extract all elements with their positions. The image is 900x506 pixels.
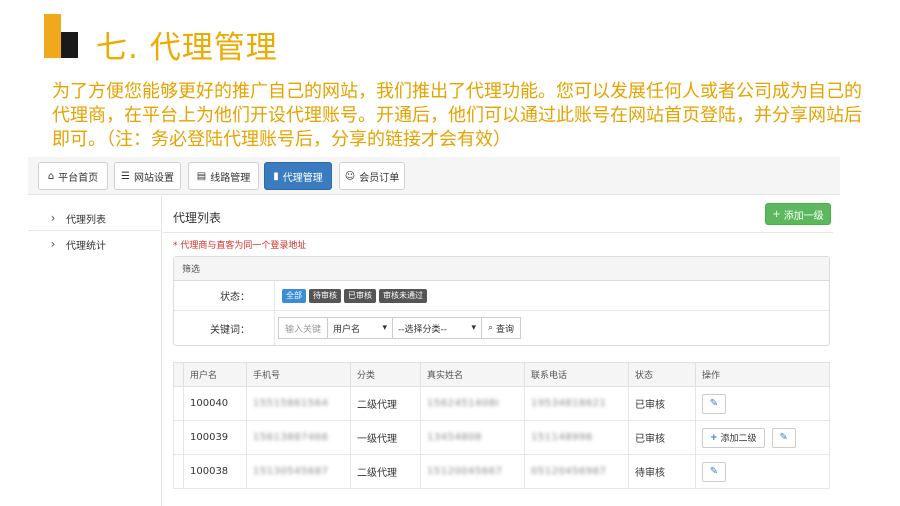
keyword-filter-row: 关键词： 输入关键 用户名 ▾ --选择分类-- ▾ ⌕ 查询 bbox=[174, 311, 829, 345]
status-chip-pending[interactable]: 待审核 bbox=[309, 288, 341, 303]
col-actions: 操作 bbox=[695, 362, 830, 387]
cell-contact: 19534818621 bbox=[524, 386, 629, 421]
edit-icon: ✎ bbox=[779, 432, 788, 443]
cell-category: 二级代理 bbox=[350, 454, 421, 489]
keyword-input[interactable]: 输入关键 bbox=[278, 317, 328, 339]
filter-panel: 筛选 状态： 全部 待审核 已审核 审核未通过 关键词： 输入关键 用户名 ▾ bbox=[173, 256, 830, 346]
col-category: 分类 bbox=[350, 362, 421, 387]
tab-site-settings[interactable]: ☰ 网站设置 bbox=[114, 162, 181, 190]
sidebar-item-agent-list[interactable]: › 代理列表 bbox=[28, 206, 162, 230]
cell-realname: 13454808 bbox=[420, 420, 525, 455]
cell-category: 一级代理 bbox=[350, 420, 421, 455]
panel-title: 代理列表 bbox=[173, 211, 222, 225]
status-filter-row: 状态： 全部 待审核 已审核 审核未通过 bbox=[174, 281, 829, 311]
sidebar-divider bbox=[28, 230, 162, 231]
col-phone: 手机号 bbox=[246, 362, 351, 387]
search-button[interactable]: ⌕ 查询 bbox=[481, 317, 522, 339]
edit-button[interactable]: ✎ bbox=[702, 461, 726, 482]
cell-realname: 15120045667 bbox=[420, 454, 525, 489]
table-header-spacer bbox=[173, 362, 184, 387]
sidebar: › 代理列表 › 代理统计 bbox=[28, 196, 162, 506]
cell-status: 已审核 bbox=[628, 386, 696, 421]
row-spacer bbox=[173, 386, 184, 421]
plus-icon: + bbox=[710, 432, 718, 443]
cell-username: 100038 bbox=[183, 454, 247, 489]
cell-actions: ✎ bbox=[695, 386, 830, 421]
cell-category: 二级代理 bbox=[350, 386, 421, 421]
status-chip-approved[interactable]: 已审核 bbox=[344, 288, 376, 303]
cell-status: 已审核 bbox=[628, 420, 696, 455]
caret-down-icon: ▾ bbox=[382, 323, 387, 333]
col-contact: 联系电话 bbox=[524, 362, 629, 387]
login-note: * 代理商与直客为同一个登录地址 bbox=[173, 241, 307, 251]
slide-title: 七. 代理管理 bbox=[96, 30, 278, 66]
main-panel: 代理列表 + 添加一级 * 代理商与直客为同一个登录地址 筛选 状态： 全部 待… bbox=[163, 196, 833, 506]
col-status: 状态 bbox=[628, 362, 696, 387]
cell-phone: 15130545687 bbox=[246, 454, 351, 489]
user-icon: ☺ bbox=[344, 170, 356, 182]
filter-heading: 筛选 bbox=[174, 257, 829, 281]
tab-agent-management[interactable]: ▮ 代理管理 bbox=[264, 162, 332, 190]
intro-paragraph: 为了方便您能够更好的推广自己的网站，我们推出了代理功能。您可以发展任何人或者公司… bbox=[52, 81, 862, 150]
agent-table: 用户名 手机号 分类 真实姓名 联系电话 状态 操作 100040 155158… bbox=[173, 362, 830, 489]
edit-button[interactable]: ✎ bbox=[771, 427, 796, 448]
category-select[interactable]: --选择分类-- ▾ bbox=[392, 317, 482, 339]
plus-icon: + bbox=[772, 208, 781, 220]
list-icon: ☰ bbox=[121, 170, 130, 182]
cell-contact: 05120456987 bbox=[524, 454, 629, 489]
status-chip-all[interactable]: 全部 bbox=[282, 288, 306, 303]
bookmark-icon: ▮ bbox=[273, 170, 279, 182]
edit-icon: ✎ bbox=[709, 466, 719, 477]
table-row: 100040 15515861564 二级代理 1562451408I 1953… bbox=[173, 386, 830, 421]
logo-mark bbox=[44, 14, 78, 58]
col-realname: 真实姓名 bbox=[420, 362, 525, 387]
field-select[interactable]: 用户名 ▾ bbox=[327, 317, 393, 339]
status-chip-rejected[interactable]: 审核未通过 bbox=[379, 288, 427, 303]
home-icon: ⌂ bbox=[47, 170, 55, 182]
chevron-right-icon: › bbox=[50, 237, 56, 251]
cell-username: 100039 bbox=[183, 420, 247, 455]
status-label: 状态： bbox=[220, 292, 250, 303]
chevron-right-icon: › bbox=[50, 211, 56, 225]
folder-icon: ▤ bbox=[196, 170, 207, 182]
cell-actions: ✎ bbox=[695, 454, 830, 489]
row-spacer bbox=[173, 420, 184, 455]
caret-down-icon: ▾ bbox=[471, 323, 476, 333]
top-tab-bar: ⌂ 平台首页 ☰ 网站设置 ▤ 线路管理 ▮ 代理管理 ☺ 会员订单 bbox=[28, 157, 840, 195]
table-row: 100038 15130545687 二级代理 15120045667 0512… bbox=[173, 454, 830, 489]
cell-username: 100040 bbox=[183, 386, 247, 421]
cell-actions: + 添加二级 ✎ bbox=[695, 420, 830, 455]
keyword-label: 关键词： bbox=[210, 324, 250, 336]
admin-app: ⌂ 平台首页 ☰ 网站设置 ▤ 线路管理 ▮ 代理管理 ☺ 会员订单 › 代理列… bbox=[28, 157, 840, 506]
add-level1-button[interactable]: + 添加一级 bbox=[765, 203, 831, 225]
edit-button[interactable]: ✎ bbox=[702, 393, 726, 414]
add-level2-button[interactable]: + 添加二级 bbox=[702, 427, 765, 448]
table-header-row: 用户名 手机号 分类 真实姓名 联系电话 状态 操作 bbox=[173, 362, 830, 387]
table-row: 100039 15613887466 一级代理 13454808 1511489… bbox=[173, 420, 830, 455]
edit-icon: ✎ bbox=[709, 398, 719, 409]
sidebar-item-agent-stats[interactable]: › 代理统计 bbox=[28, 232, 162, 256]
tab-route-management[interactable]: ▤ 线路管理 bbox=[188, 162, 259, 190]
col-username: 用户名 bbox=[183, 362, 247, 387]
cell-contact: 151148996 bbox=[524, 420, 629, 455]
row-spacer bbox=[173, 454, 184, 489]
cell-phone: 15515861564 bbox=[246, 386, 351, 421]
cell-status: 待审核 bbox=[628, 454, 696, 489]
title-divider bbox=[163, 232, 833, 233]
search-icon: ⌕ bbox=[488, 323, 494, 333]
cell-phone: 15613887466 bbox=[246, 420, 351, 455]
tab-platform-home[interactable]: ⌂ 平台首页 bbox=[38, 162, 108, 190]
tab-member-orders[interactable]: ☺ 会员订单 bbox=[339, 162, 405, 190]
cell-realname: 1562451408I bbox=[420, 386, 525, 421]
